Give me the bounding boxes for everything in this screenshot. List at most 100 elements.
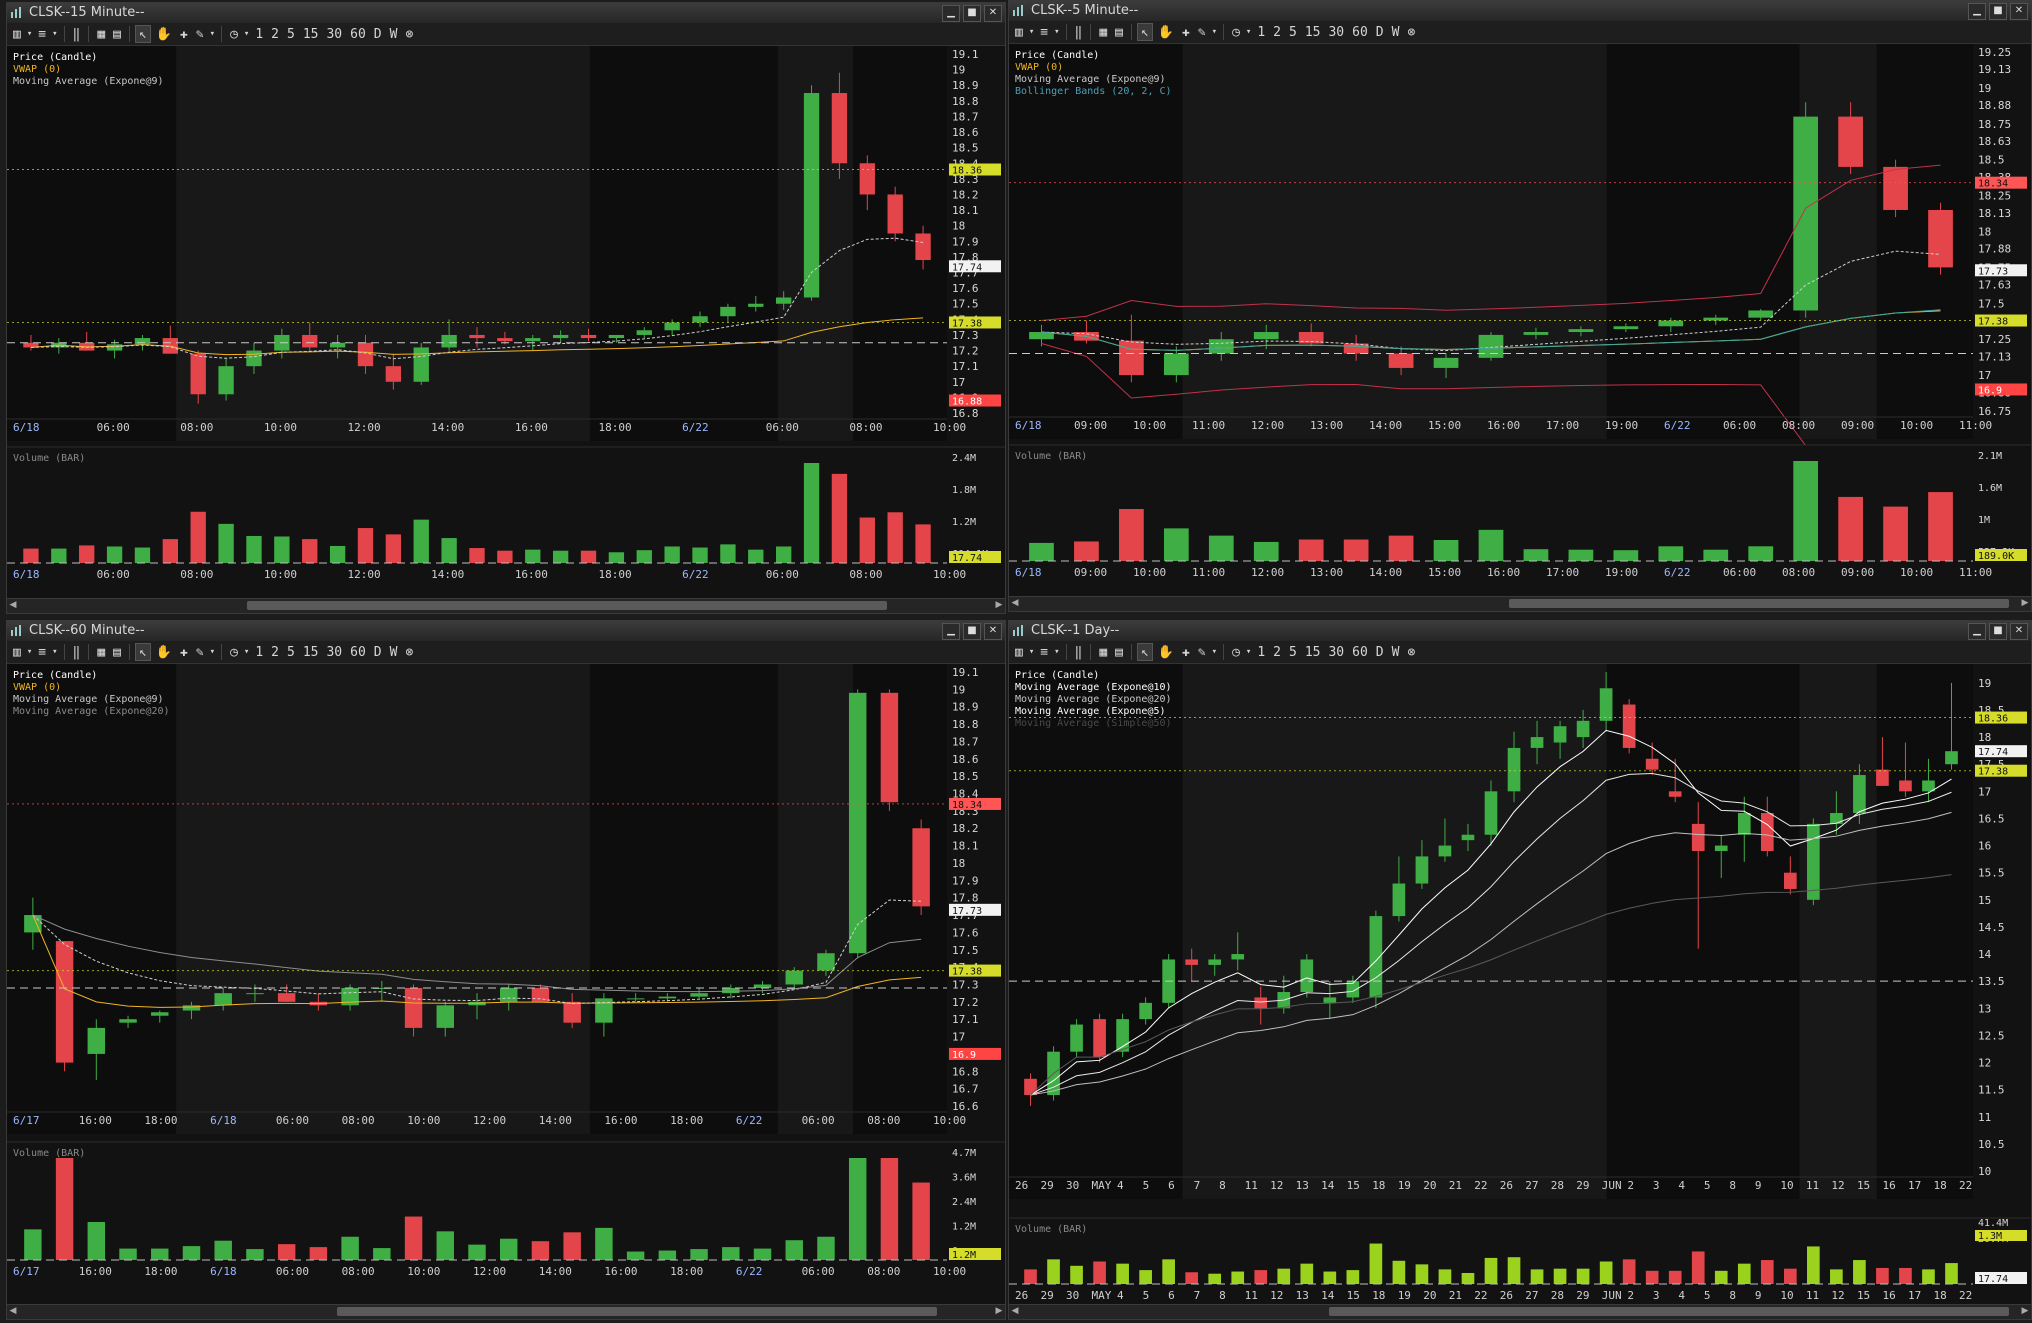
pencil-icon[interactable]: ✎ <box>193 643 207 661</box>
arrow-down-icon[interactable]: ▾ <box>209 25 216 43</box>
split-icon[interactable]: ‖ <box>70 643 84 661</box>
grid-alt-icon[interactable]: ▤ <box>1112 643 1126 661</box>
close-button[interactable]: ✕ <box>984 5 1002 22</box>
chart-type-icon[interactable]: ▥ <box>10 25 24 43</box>
horizontal-scrollbar[interactable]: ◀ ▶ <box>1009 596 2031 611</box>
clock-icon[interactable]: ◷ <box>227 643 241 661</box>
chart-window-1-day[interactable]: CLSK--1 Day-- ▁ ■ ✕ ▥ ▾ ≡ ▾ ‖ ▦ ▤ ↖ ✋ ✚ ✎ ▾ ◷ ▾ 1 2 5 15 30 6… <box>1008 620 2032 1320</box>
scroll-left-icon[interactable]: ◀ <box>7 1305 19 1318</box>
horizontal-scrollbar[interactable]: ◀ ▶ <box>7 1304 1005 1319</box>
period-button-2[interactable]: 2 <box>1270 23 1284 41</box>
maximize-button[interactable]: ■ <box>1989 3 2007 20</box>
period-button-d[interactable]: D <box>371 25 385 43</box>
minimize-button[interactable]: ▁ <box>942 623 960 640</box>
grid-layout-icon[interactable]: ▦ <box>94 25 108 43</box>
period-button-d[interactable]: D <box>1373 23 1387 41</box>
close-button[interactable]: ✕ <box>984 623 1002 640</box>
minimize-button[interactable]: ▁ <box>1968 3 1986 20</box>
cursor-icon[interactable]: ↖ <box>134 643 151 661</box>
scrollbar-thumb[interactable] <box>1509 599 2009 608</box>
grid-layout-icon[interactable]: ▦ <box>1096 643 1110 661</box>
scroll-right-icon[interactable]: ▶ <box>993 1305 1005 1318</box>
hand-icon[interactable]: ✋ <box>1155 23 1177 41</box>
arrow-down-icon[interactable]: ▾ <box>1245 23 1252 41</box>
period-button-30[interactable]: 30 <box>1325 643 1347 661</box>
hand-icon[interactable]: ✋ <box>1155 643 1177 661</box>
price-chart-1-day[interactable]: 1918.51817.51716.51615.51514.51413.51312… <box>1009 664 2031 1305</box>
clock-icon[interactable]: ◷ <box>1229 643 1243 661</box>
chart-type-icon[interactable]: ▥ <box>10 643 24 661</box>
cursor-icon[interactable]: ↖ <box>1136 643 1153 661</box>
period-button-w[interactable]: W <box>1389 23 1403 41</box>
period-button-w[interactable]: W <box>1389 643 1403 661</box>
arrow-down-icon[interactable]: ▾ <box>243 25 250 43</box>
crosshair-icon[interactable]: ✚ <box>177 25 191 43</box>
clock-icon[interactable]: ◷ <box>1229 23 1243 41</box>
period-button-30[interactable]: 30 <box>323 25 345 43</box>
price-chart-60-minute[interactable]: 19.11918.918.818.718.618.518.418.318.218… <box>7 664 1005 1305</box>
scroll-left-icon[interactable]: ◀ <box>1009 597 1021 610</box>
period-button-30[interactable]: 30 <box>323 643 345 661</box>
period-button-2[interactable]: 2 <box>268 643 282 661</box>
period-button-15[interactable]: 15 <box>300 643 322 661</box>
grid-alt-icon[interactable]: ▤ <box>110 25 124 43</box>
chart-area[interactable]: 19.11918.918.818.718.618.518.418.318.218… <box>7 664 1005 1305</box>
price-chart-15-minute[interactable]: 19.11918.918.818.718.618.518.418.318.218… <box>7 46 1005 599</box>
period-button-5[interactable]: 5 <box>284 643 298 661</box>
arrow-down-icon[interactable]: ▾ <box>243 643 250 661</box>
period-button-d[interactable]: D <box>371 643 385 661</box>
arrow-down-icon[interactable]: ▾ <box>1028 23 1035 41</box>
arrow-down-icon[interactable]: ▾ <box>1211 23 1218 41</box>
pencil-icon[interactable]: ✎ <box>1195 643 1209 661</box>
scroll-right-icon[interactable]: ▶ <box>2019 597 2031 610</box>
period-button-5[interactable]: 5 <box>1286 23 1300 41</box>
arrow-down-icon[interactable]: ▾ <box>51 25 58 43</box>
grid-layout-icon[interactable]: ▦ <box>94 643 108 661</box>
split-icon[interactable]: ‖ <box>1072 643 1086 661</box>
period-button-1[interactable]: 1 <box>252 25 266 43</box>
window-titlebar[interactable]: CLSK--1 Day-- ▁ ■ ✕ <box>1009 621 2031 642</box>
bar-style-icon[interactable]: ≡ <box>1037 23 1051 41</box>
arrow-down-icon[interactable]: ▾ <box>51 643 58 661</box>
crosshair-icon[interactable]: ✚ <box>1179 23 1193 41</box>
grid-layout-icon[interactable]: ▦ <box>1096 23 1110 41</box>
arrow-down-icon[interactable]: ▾ <box>1053 643 1060 661</box>
bar-style-icon[interactable]: ≡ <box>35 25 49 43</box>
arrow-down-icon[interactable]: ▾ <box>1211 643 1218 661</box>
scroll-left-icon[interactable]: ◀ <box>7 599 19 612</box>
pencil-icon[interactable]: ✎ <box>1195 23 1209 41</box>
scrollbar-thumb[interactable] <box>247 601 887 610</box>
arrow-down-icon[interactable]: ▾ <box>1053 23 1060 41</box>
window-titlebar[interactable]: CLSK--5 Minute-- ▁ ■ ✕ <box>1009 1 2031 22</box>
hand-icon[interactable]: ✋ <box>153 25 175 43</box>
bar-style-icon[interactable]: ≡ <box>1037 643 1051 661</box>
link-chart-icon[interactable]: ⊗ <box>1404 23 1418 41</box>
arrow-down-icon[interactable]: ▾ <box>26 643 33 661</box>
crosshair-icon[interactable]: ✚ <box>177 643 191 661</box>
pencil-icon[interactable]: ✎ <box>193 25 207 43</box>
period-button-1[interactable]: 1 <box>1254 643 1268 661</box>
period-button-1[interactable]: 1 <box>1254 23 1268 41</box>
window-titlebar[interactable]: CLSK--60 Minute-- ▁ ■ ✕ <box>7 621 1005 642</box>
scrollbar-thumb[interactable] <box>1329 1307 2009 1316</box>
grid-alt-icon[interactable]: ▤ <box>1112 23 1126 41</box>
split-icon[interactable]: ‖ <box>70 25 84 43</box>
cursor-icon[interactable]: ↖ <box>134 25 151 43</box>
arrow-down-icon[interactable]: ▾ <box>1245 643 1252 661</box>
period-button-2[interactable]: 2 <box>1270 643 1284 661</box>
maximize-button[interactable]: ■ <box>963 5 981 22</box>
period-button-60[interactable]: 60 <box>1349 643 1371 661</box>
hand-icon[interactable]: ✋ <box>153 643 175 661</box>
horizontal-scrollbar[interactable]: ◀ ▶ <box>7 598 1005 613</box>
period-button-60[interactable]: 60 <box>1349 23 1371 41</box>
period-button-w[interactable]: W <box>387 643 401 661</box>
period-button-60[interactable]: 60 <box>347 643 369 661</box>
chart-window-60-minute[interactable]: CLSK--60 Minute-- ▁ ■ ✕ ▥ ▾ ≡ ▾ ‖ ▦ ▤ ↖ ✋ ✚ ✎ ▾ ◷ ▾ 1 2 5 1… <box>6 620 1006 1320</box>
period-button-w[interactable]: W <box>387 25 401 43</box>
period-button-30[interactable]: 30 <box>1325 23 1347 41</box>
maximize-button[interactable]: ■ <box>1989 623 2007 640</box>
period-button-15[interactable]: 15 <box>300 25 322 43</box>
period-button-15[interactable]: 15 <box>1302 643 1324 661</box>
scroll-right-icon[interactable]: ▶ <box>2019 1305 2031 1318</box>
close-button[interactable]: ✕ <box>2010 3 2028 20</box>
